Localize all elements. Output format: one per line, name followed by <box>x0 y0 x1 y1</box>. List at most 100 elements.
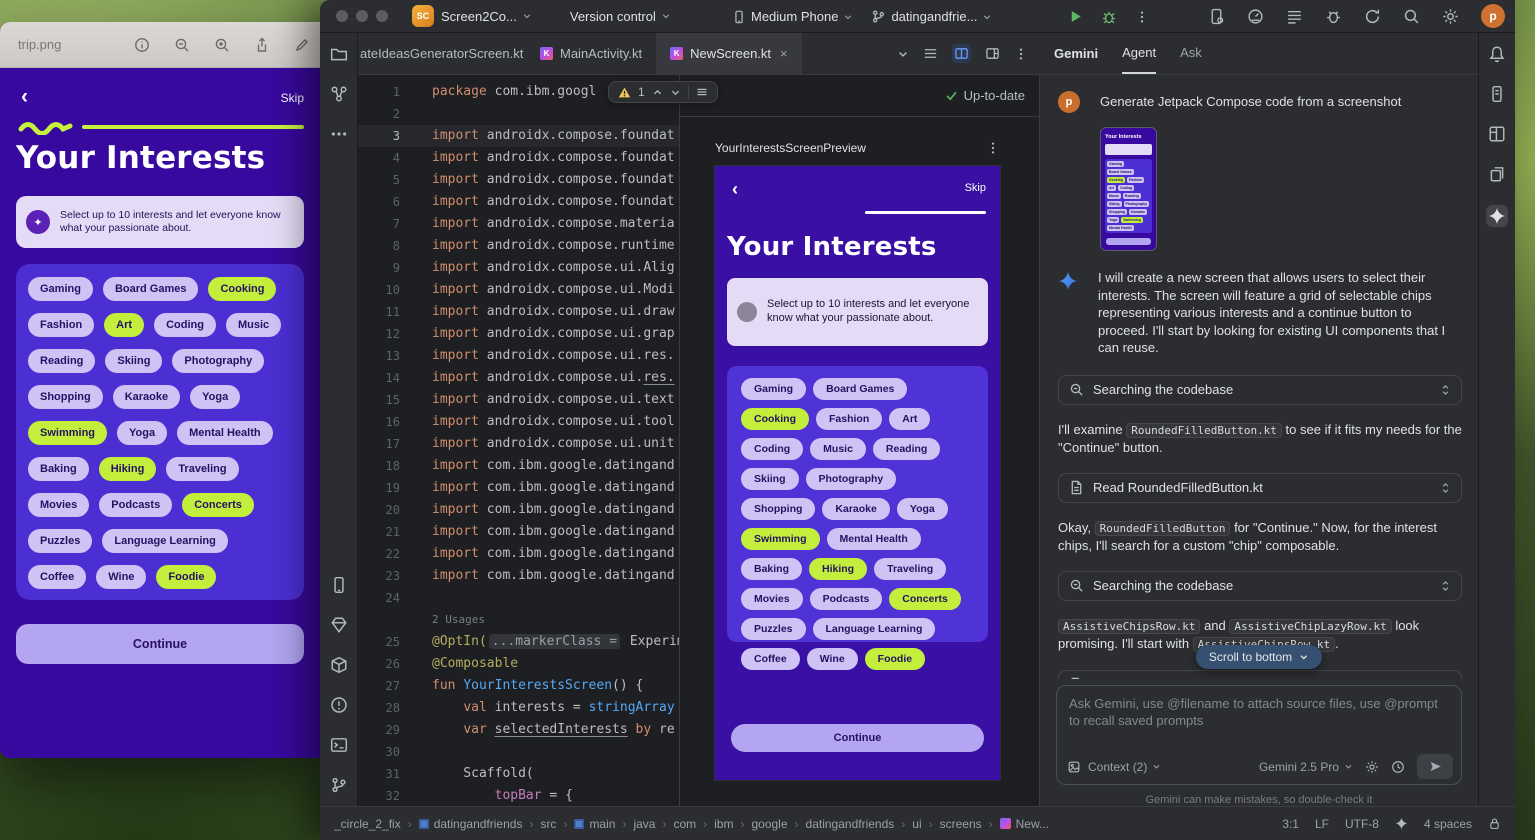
vcs-menu[interactable]: Version control <box>570 9 671 24</box>
more-tool-windows-button[interactable] <box>330 125 348 143</box>
line-number[interactable]: 21 <box>358 521 400 543</box>
inspections-widget[interactable]: 1 <box>608 81 718 103</box>
code-line[interactable]: 18import com.ibm.google.datingand <box>358 455 679 477</box>
context-attach-icon[interactable] <box>1067 760 1081 774</box>
code-line[interactable]: 24 <box>358 587 679 609</box>
code-line[interactable]: 31 Scaffold( <box>358 763 679 785</box>
minimize-window-icon[interactable] <box>356 10 368 22</box>
breadcrumb-item[interactable]: datingandfriends <box>806 817 895 831</box>
line-number[interactable]: 5 <box>358 169 400 191</box>
expand-icon[interactable] <box>1440 579 1451 593</box>
breadcrumb-item[interactable]: ui <box>912 817 921 831</box>
expand-icon[interactable] <box>1440 383 1451 397</box>
code-line[interactable]: 17import androidx.compose.ui.unit <box>358 433 679 455</box>
user-avatar[interactable]: p <box>1481 4 1505 28</box>
line-number[interactable]: 17 <box>358 433 400 455</box>
code-line[interactable]: 7import androidx.compose.materia <box>358 213 679 235</box>
editor-tab-dateideasgeneratorscreen[interactable]: ateIdeasGeneratorScreen.kt <box>358 33 526 74</box>
maximize-window-icon[interactable] <box>376 10 388 22</box>
version-control-tool-button[interactable] <box>330 776 348 794</box>
breadcrumb-item[interactable]: screens <box>940 817 982 831</box>
caret-position[interactable]: 3:1 <box>1282 817 1299 831</box>
project-menu[interactable]: Screen2Co... <box>441 9 532 24</box>
project-tool-button[interactable] <box>330 45 348 63</box>
running-devices-tool-button[interactable] <box>330 576 348 594</box>
preview-name-label[interactable]: YourInterestsScreenPreview <box>715 141 866 155</box>
code-line[interactable]: 12import androidx.compose.ui.grap <box>358 323 679 345</box>
line-number[interactable]: 11 <box>358 301 400 323</box>
line-number[interactable]: 4 <box>358 147 400 169</box>
breadcrumb-item[interactable]: java <box>633 817 655 831</box>
close-tab-icon[interactable]: × <box>780 46 788 61</box>
code-line[interactable]: 25@OptIn(...markerClass = Experiment <box>358 631 679 653</box>
code-line[interactable]: 13import androidx.compose.ui.res. <box>358 345 679 367</box>
breadcrumb-item[interactable]: New... <box>1000 817 1049 831</box>
breadcrumb-item[interactable]: _circle_2_fix <box>334 817 401 831</box>
line-number[interactable]: 29 <box>358 719 400 741</box>
line-number[interactable] <box>358 609 400 631</box>
code-editor[interactable]: 1package com.ibm.googl23import androidx.… <box>358 75 680 806</box>
code-line[interactable]: 32 topBar = { <box>358 785 679 806</box>
problems-tool-button[interactable] <box>330 696 348 714</box>
expand-icon[interactable] <box>1440 481 1451 495</box>
app-inspection-button[interactable] <box>1325 8 1342 25</box>
tab-agent[interactable]: Agent <box>1122 33 1156 74</box>
usages-hint-line[interactable]: 2 Usages <box>358 609 679 631</box>
close-window-icon[interactable] <box>336 10 348 22</box>
sync-project-button[interactable] <box>1364 8 1381 25</box>
line-separator[interactable]: LF <box>1315 817 1329 831</box>
line-number[interactable]: 9 <box>358 257 400 279</box>
preview-options-kebab-icon[interactable] <box>986 141 1000 155</box>
line-number[interactable]: 15 <box>358 389 400 411</box>
code-line[interactable]: 27fun YourInterestsScreen() { <box>358 675 679 697</box>
line-number[interactable]: 6 <box>358 191 400 213</box>
assistant-files-tool-button[interactable] <box>1488 165 1506 183</box>
code-line[interactable]: 15import androidx.compose.ui.text <box>358 389 679 411</box>
tool-call-read-file[interactable]: Read AssistiveChipsRow.kt <box>1058 670 1462 680</box>
line-number[interactable]: 20 <box>358 499 400 521</box>
indent-setting[interactable]: 4 spaces <box>1424 817 1472 831</box>
hidden-tabs-chevron-icon[interactable] <box>897 48 909 60</box>
tool-call-searching-codebase[interactable]: Searching the codebase <box>1058 375 1462 405</box>
tool-call-searching-codebase[interactable]: Searching the codebase <box>1058 571 1462 601</box>
device-manager-button[interactable] <box>1208 8 1225 25</box>
code-line[interactable]: 29 var selectedInterests by re <box>358 719 679 741</box>
preview-sync-status[interactable]: Up-to-date <box>945 88 1025 103</box>
line-number[interactable]: 16 <box>358 411 400 433</box>
editor-list-icon[interactable] <box>923 46 938 61</box>
code-line[interactable]: 4import androidx.compose.foundat <box>358 147 679 169</box>
model-selector[interactable]: Gemini 2.5 Pro <box>1259 760 1353 774</box>
split-editor-preview-toggle[interactable] <box>952 44 971 63</box>
context-selector[interactable]: Context (2) <box>1088 760 1161 774</box>
run-button[interactable] <box>1068 9 1083 24</box>
code-line[interactable]: 6import androidx.compose.foundat <box>358 191 679 213</box>
code-line[interactable]: 28 val interests = stringArray <box>358 697 679 719</box>
scroll-to-bottom-button[interactable]: Scroll to bottom <box>1196 645 1322 669</box>
line-number[interactable]: 7 <box>358 213 400 235</box>
code-line[interactable]: 20import com.ibm.google.datingand <box>358 499 679 521</box>
ai-spark-icon[interactable] <box>1395 817 1408 830</box>
editor-options-kebab-icon[interactable] <box>1014 47 1028 61</box>
info-icon[interactable] <box>134 37 150 53</box>
code-line[interactable]: 5import androidx.compose.foundat <box>358 169 679 191</box>
line-number[interactable]: 28 <box>358 697 400 719</box>
terminal-tool-button[interactable] <box>330 736 348 754</box>
line-number[interactable]: 24 <box>358 587 400 609</box>
line-number[interactable]: 14 <box>358 367 400 389</box>
breadcrumb-item[interactable]: src <box>540 817 556 831</box>
code-line[interactable]: 14import androidx.compose.ui.res. <box>358 367 679 389</box>
gemini-chat[interactable]: p Generate Jetpack Compose code from a s… <box>1040 75 1478 679</box>
line-number[interactable]: 8 <box>358 235 400 257</box>
notifications-button[interactable] <box>1488 45 1506 63</box>
editor-tab-mainactivity[interactable]: K MainActivity.kt <box>526 33 656 74</box>
line-number[interactable]: 3 <box>358 125 400 147</box>
code-line[interactable]: 3import androidx.compose.foundat <box>358 125 679 147</box>
gemini-tool-button[interactable] <box>1486 205 1508 227</box>
device-explorer-tool-button[interactable] <box>1488 85 1506 103</box>
line-number[interactable]: 31 <box>358 763 400 785</box>
layout-inspector-tool-button[interactable] <box>1488 125 1506 143</box>
breadcrumb-item[interactable]: datingandfriends <box>419 817 523 831</box>
editor-tab-newscreen[interactable]: K NewScreen.kt × <box>656 33 802 74</box>
zoom-out-icon[interactable] <box>174 37 190 53</box>
line-number[interactable]: 23 <box>358 565 400 587</box>
